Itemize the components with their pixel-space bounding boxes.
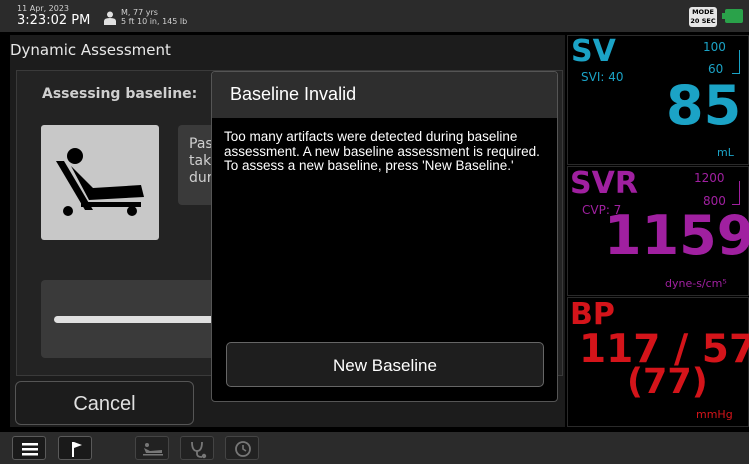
dialog-message: Too many artifacts were detected during …: [224, 129, 549, 174]
patient-height-weight[interactable]: 5 ft 10 in, 145 lb: [121, 17, 187, 26]
bottom-toolbar: [0, 432, 749, 464]
bed-icon: [143, 443, 163, 456]
svr-value: 1159: [604, 204, 749, 267]
dialog-title: Baseline Invalid: [230, 84, 357, 104]
sv-value: 85: [666, 74, 742, 137]
bp-unit: mmHg: [696, 408, 733, 421]
sv-target-high: 100: [703, 40, 726, 54]
time-text: 3:23:02 PM: [17, 13, 91, 28]
mode-label: MODE: [692, 8, 714, 16]
sv-unit: mL: [717, 146, 734, 159]
assessing-baseline-label: Assessing baseline:: [42, 86, 198, 102]
dialog-message-line2: To assess a new baseline, press 'New Bas…: [224, 158, 514, 173]
date-text: 11 Apr, 2023: [17, 4, 70, 13]
flag-icon: [72, 442, 82, 457]
battery-icon: [722, 9, 743, 23]
stethoscope-button[interactable]: [180, 436, 214, 460]
new-baseline-button[interactable]: New Baseline: [226, 342, 544, 387]
progress-bar: [54, 316, 224, 323]
history-button[interactable]: [225, 436, 259, 460]
flag-button[interactable]: [58, 436, 92, 460]
instruction-text: Pas tak dur: [189, 136, 213, 186]
patient-demographics[interactable]: M, 77 yrs: [121, 8, 158, 17]
person-icon: [104, 11, 116, 25]
map-value: (77): [627, 362, 708, 402]
svr-label: SVR: [570, 166, 638, 201]
mode-interval: 20 SEC: [690, 17, 716, 25]
svr-unit: dyne-s/cm⁵: [665, 277, 727, 290]
svr-target-bracket: [732, 181, 740, 205]
history-icon: [235, 441, 251, 457]
dialog-message-line1: Too many artifacts were detected during …: [224, 129, 540, 159]
menu-button[interactable]: [12, 436, 46, 460]
cancel-button[interactable]: Cancel: [15, 381, 194, 425]
svi-value: SVI: 40: [581, 70, 624, 84]
mode-button[interactable]: MODE 20 SEC: [689, 7, 717, 27]
sv-target-bracket: [732, 50, 740, 74]
bed-button[interactable]: [135, 436, 169, 460]
panel-title: Dynamic Assessment: [10, 41, 171, 59]
menu-icon: [22, 443, 38, 456]
stethoscope-icon: [191, 441, 207, 459]
patient-bed-icon: [41, 125, 159, 240]
svr-target-high: 1200: [694, 171, 725, 185]
sv-label: SV: [571, 34, 616, 69]
